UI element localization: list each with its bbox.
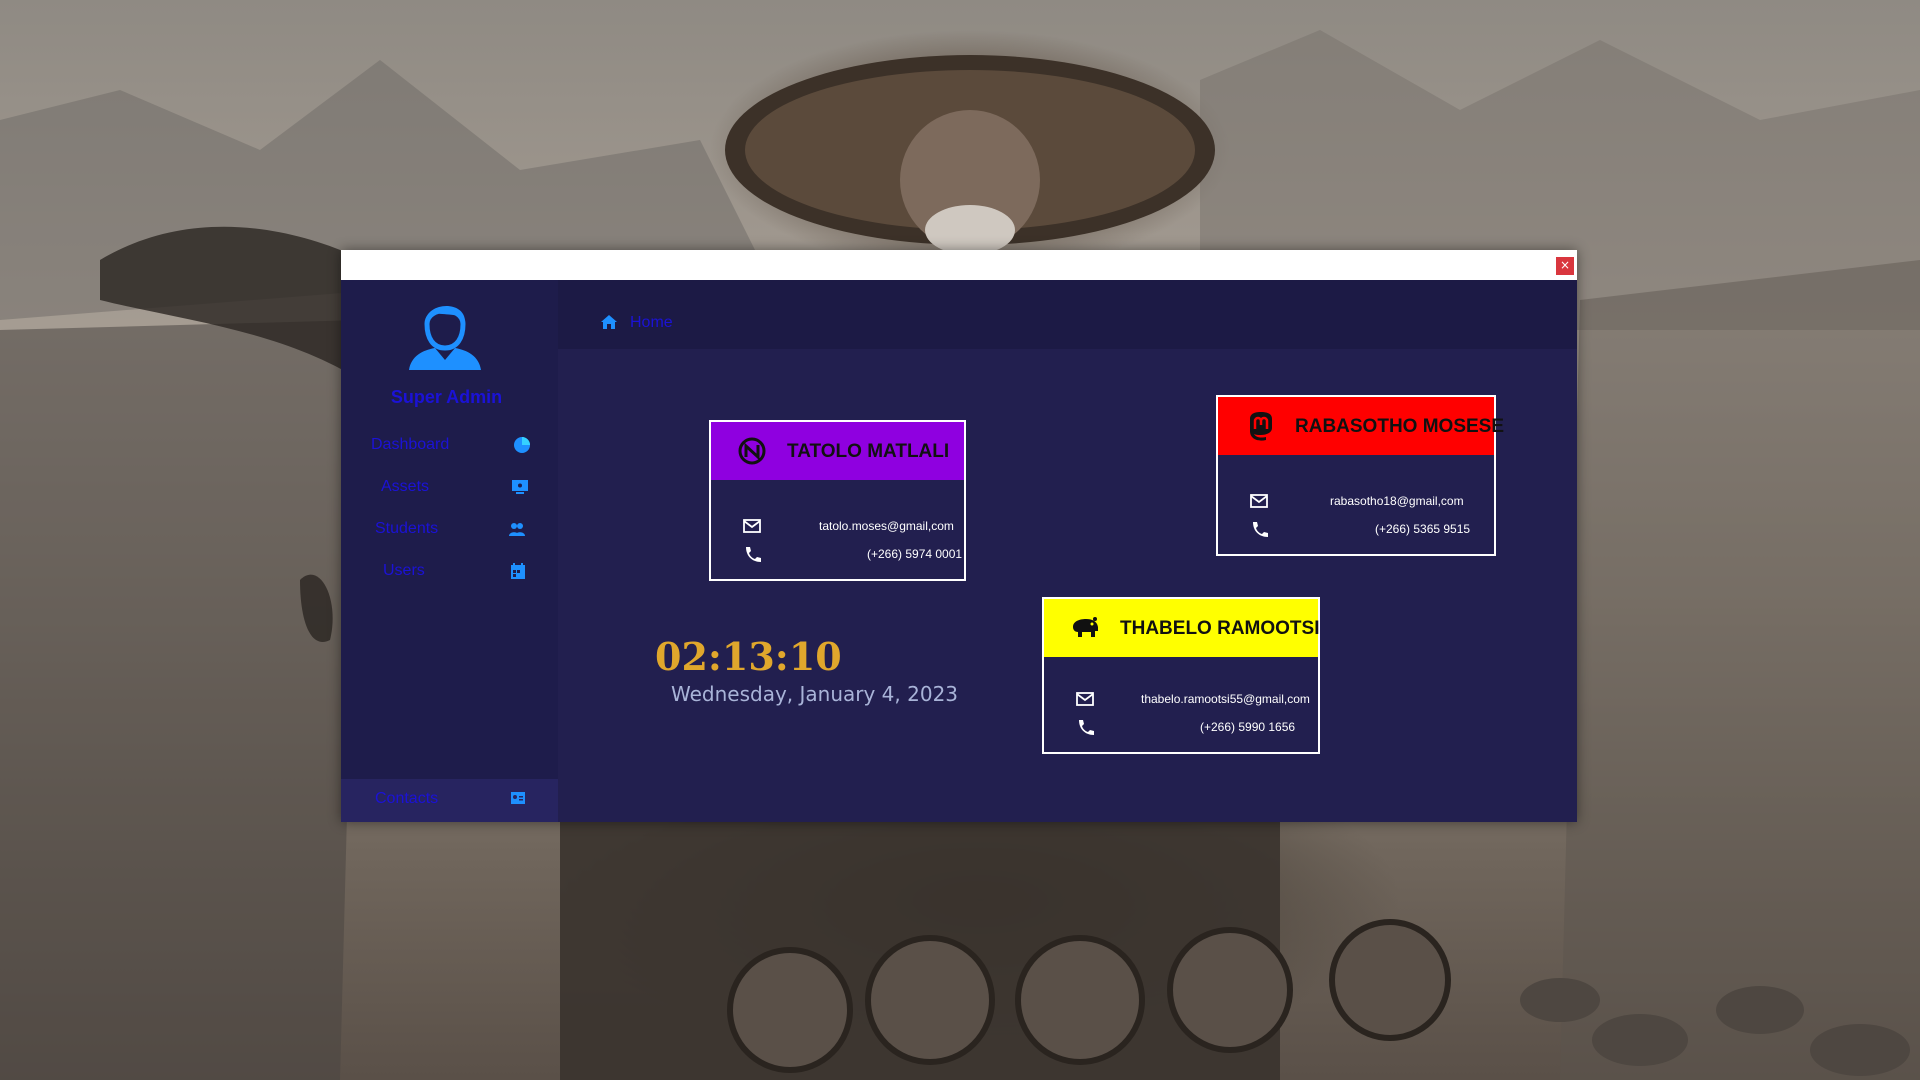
contact-name: TATOLO MATLALI bbox=[787, 441, 950, 462]
contact-email: thabelo.ramootsi55@gmail,com bbox=[1141, 692, 1310, 706]
email-icon bbox=[743, 519, 761, 533]
sidebar-item-dashboard[interactable]: Dashboard bbox=[341, 430, 558, 460]
monitor-icon bbox=[512, 480, 528, 494]
sidebar-item-label: Assets bbox=[381, 478, 430, 495]
sidebar-item-users[interactable]: Users bbox=[341, 556, 558, 586]
sidebar-item-label: Dashboard bbox=[371, 436, 450, 453]
sidebar-item-contacts[interactable]: Contacts bbox=[341, 779, 558, 822]
phone-icon bbox=[746, 547, 761, 562]
breadcrumb-bar: Home bbox=[558, 280, 1577, 349]
hippo-icon bbox=[1073, 617, 1098, 637]
contact-phone: (+266) 5365 9515 bbox=[1375, 522, 1471, 536]
sidebar-item-label: Students bbox=[375, 520, 439, 537]
contact-email: rabasotho18@gmail,com bbox=[1330, 494, 1464, 508]
email-icon bbox=[1250, 494, 1268, 508]
app-window: × Super Admin Dashboard Assets Students bbox=[341, 250, 1577, 822]
contact-card: RABASOTHO MOSESE rabasotho18@gmail,com (… bbox=[1216, 395, 1504, 556]
phone-icon bbox=[1079, 720, 1094, 735]
users-icon bbox=[509, 523, 525, 536]
contact-name: THABELO RAMOOTSI bbox=[1120, 618, 1320, 639]
close-button[interactable]: × bbox=[1556, 257, 1574, 275]
mastodon-icon bbox=[1250, 412, 1272, 441]
contact-card: TATOLO MATLALI tatolo.moses@gmail,com (+… bbox=[709, 420, 966, 581]
clock-time: 02:13:10 bbox=[655, 634, 842, 679]
clock-date: Wednesday, January 4, 2023 bbox=[671, 682, 959, 706]
phone-icon bbox=[1253, 522, 1268, 537]
email-icon bbox=[1076, 692, 1094, 706]
contact-card-header: TATOLO MATLALI bbox=[711, 422, 964, 480]
title-bar[interactable]: × bbox=[341, 250, 1577, 280]
pie-chart-icon bbox=[514, 437, 530, 453]
sidebar-item-students[interactable]: Students bbox=[341, 514, 558, 544]
contact-card: THABELO RAMOOTSI thabelo.ramootsi55@gmai… bbox=[1042, 597, 1320, 754]
contact-card-header: RABASOTHO MOSESE bbox=[1218, 397, 1504, 455]
contact-phone: (+266) 5974 0001 bbox=[867, 547, 963, 561]
contact-card-header: THABELO RAMOOTSI bbox=[1044, 599, 1320, 657]
nokia-style-n-icon bbox=[738, 437, 766, 465]
contact-email: tatolo.moses@gmail,com bbox=[819, 519, 954, 533]
sidebar: Super Admin Dashboard Assets Students Us… bbox=[341, 280, 558, 822]
sidebar-item-assets[interactable]: Assets bbox=[341, 472, 558, 502]
home-icon[interactable] bbox=[600, 314, 618, 330]
calendar-icon bbox=[511, 563, 525, 579]
sidebar-item-label: Users bbox=[383, 562, 425, 579]
user-avatar-icon bbox=[409, 305, 481, 370]
user-role-label: Super Admin bbox=[390, 387, 503, 407]
sidebar-item-label: Contacts bbox=[375, 790, 439, 807]
contact-card-icon bbox=[511, 792, 525, 804]
contact-name: RABASOTHO MOSESE bbox=[1295, 416, 1505, 437]
contact-phone: (+266) 5990 1656 bbox=[1200, 720, 1296, 734]
breadcrumb-home[interactable]: Home bbox=[630, 314, 673, 332]
